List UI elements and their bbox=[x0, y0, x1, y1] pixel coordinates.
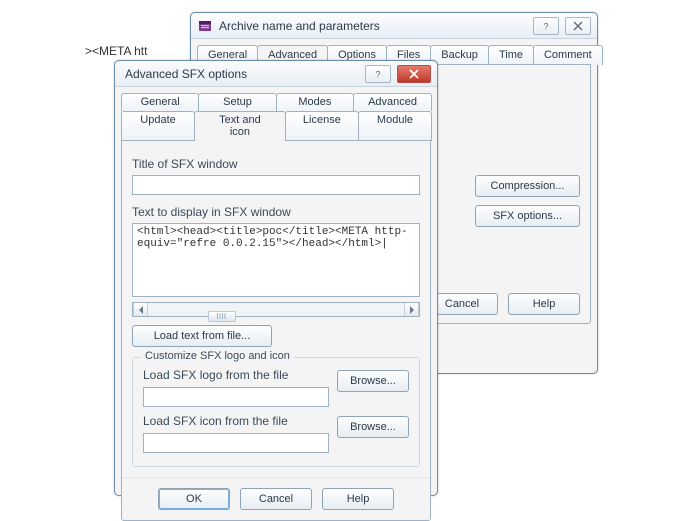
help-button[interactable]: ? bbox=[533, 17, 559, 35]
logo-path-input[interactable] bbox=[143, 387, 329, 407]
load-text-button[interactable]: Load text from file... bbox=[132, 325, 272, 347]
svg-text:?: ? bbox=[375, 69, 380, 79]
tab-license[interactable]: License bbox=[285, 111, 359, 141]
text-to-display-label: Text to display in SFX window bbox=[132, 205, 420, 219]
titlebar: Advanced SFX options ? bbox=[115, 61, 437, 87]
compression-button[interactable]: Compression... bbox=[475, 175, 580, 197]
scroll-right-icon[interactable] bbox=[404, 303, 419, 316]
dialog-footer: OK Cancel Help bbox=[122, 477, 430, 510]
help-button-footer[interactable]: Help bbox=[508, 293, 580, 315]
background-fragment: ><META htt bbox=[85, 44, 147, 58]
cancel-button[interactable]: Cancel bbox=[240, 488, 312, 510]
browse-icon-button[interactable]: Browse... bbox=[337, 416, 409, 438]
window-title: Archive name and parameters bbox=[219, 19, 380, 33]
tab-setup[interactable]: Setup bbox=[198, 93, 276, 111]
tab-module[interactable]: Module bbox=[358, 111, 432, 141]
tab-general[interactable]: General bbox=[121, 93, 199, 111]
sfx-text-textarea[interactable] bbox=[132, 223, 420, 297]
ok-button[interactable]: OK bbox=[158, 488, 230, 510]
icon-path-input[interactable] bbox=[143, 433, 329, 453]
sfx-title-input[interactable] bbox=[132, 175, 420, 195]
textarea-hscrollbar[interactable] bbox=[132, 302, 420, 317]
winrar-icon bbox=[197, 18, 213, 34]
browse-logo-button[interactable]: Browse... bbox=[337, 370, 409, 392]
svg-text:?: ? bbox=[543, 21, 548, 31]
titlebar: Archive name and parameters ? bbox=[191, 13, 597, 39]
close-icon[interactable] bbox=[565, 17, 591, 35]
window-title: Advanced SFX options bbox=[121, 67, 247, 81]
advanced-sfx-options-window: Advanced SFX options ? General Setup Mod… bbox=[114, 60, 438, 496]
tab-advanced[interactable]: Advanced bbox=[353, 93, 432, 111]
help-button-footer[interactable]: Help bbox=[322, 488, 394, 510]
tab-backup[interactable]: Backup bbox=[430, 45, 489, 65]
help-button[interactable]: ? bbox=[365, 65, 391, 83]
sfx-options-button[interactable]: SFX options... bbox=[475, 205, 580, 227]
text-and-icon-panel: Title of SFX window Text to display in S… bbox=[121, 140, 431, 521]
tab-time[interactable]: Time bbox=[488, 45, 534, 65]
close-icon[interactable] bbox=[397, 65, 431, 83]
tab-comment[interactable]: Comment bbox=[533, 45, 603, 65]
tabs-row2: Update Text and icon License Module bbox=[121, 111, 431, 141]
tab-update[interactable]: Update bbox=[121, 111, 195, 141]
customize-legend: Customize SFX logo and icon bbox=[141, 350, 294, 362]
title-of-window-label: Title of SFX window bbox=[132, 157, 420, 171]
customize-fieldset: Customize SFX logo and icon Load SFX log… bbox=[132, 357, 420, 467]
scroll-left-icon[interactable] bbox=[133, 303, 148, 316]
tab-modes[interactable]: Modes bbox=[276, 93, 354, 111]
scroll-thumb[interactable] bbox=[208, 311, 236, 322]
tabs-row1: General Setup Modes Advanced bbox=[121, 93, 431, 111]
tab-text-and-icon[interactable]: Text and icon bbox=[194, 111, 286, 141]
